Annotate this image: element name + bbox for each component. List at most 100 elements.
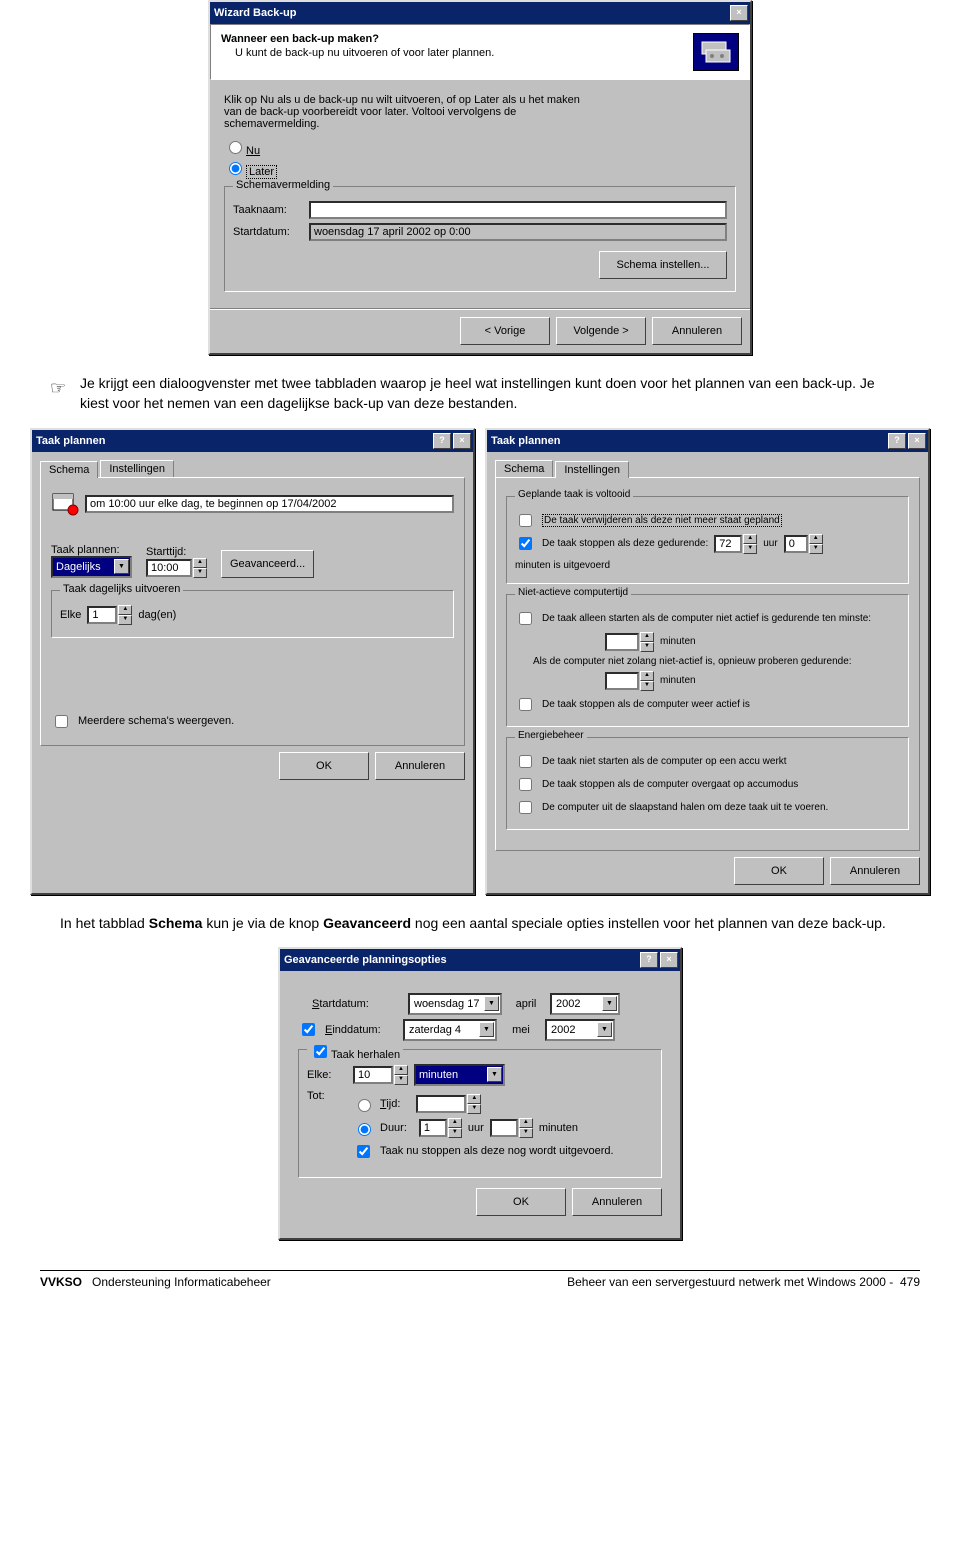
radio-until-duration[interactable]: Duur: ▲▼ uur ▲▼ minuten [353, 1118, 614, 1138]
calendar-icon [51, 492, 79, 516]
wizard-backup-dialog: Wizard Back-up × Wanneer een back-up mak… [208, 0, 752, 355]
wizard-subheading: U kunt de back-up nu uitvoeren of voor l… [221, 47, 494, 59]
schedule-summary: om 10:00 uur elke dag, te beginnen op 17… [85, 495, 454, 513]
startdate-value: woensdag 17 april 2002 op 0:00 [309, 223, 727, 241]
spin-up-icon[interactable]: ▲ [519, 1118, 533, 1128]
spin-up-icon[interactable]: ▲ [640, 632, 654, 642]
help-icon[interactable]: ? [640, 952, 658, 968]
spin-up-icon[interactable]: ▲ [809, 534, 823, 544]
spin-down-icon[interactable]: ▼ [809, 544, 823, 554]
repeat-checkbox[interactable] [314, 1045, 327, 1058]
spin-down-icon[interactable]: ▼ [118, 615, 132, 625]
next-button[interactable]: Volgende > [556, 317, 646, 345]
every-label: Elke [60, 609, 81, 621]
spin-up-icon[interactable]: ▲ [640, 671, 654, 681]
set-schedule-button[interactable]: Schema instellen... [599, 251, 727, 279]
adv-every-spinner[interactable]: ▲▼ [353, 1065, 408, 1085]
wizard-title: Wizard Back-up [214, 7, 296, 19]
backup-media-icon [693, 33, 739, 71]
power-group-legend: Energiebeheer [515, 730, 587, 741]
ok-button[interactable]: OK [279, 752, 369, 780]
radio-until-time[interactable]: Tijd: ▲▼ [353, 1094, 614, 1114]
advanced-planning-dialog: Geavanceerde planningsopties ? × Startda… [278, 947, 682, 1240]
tab-settings[interactable]: Instellingen [555, 461, 629, 478]
cancel-button[interactable]: Annuleren [830, 857, 920, 885]
chk-idle-start[interactable]: De taak alleen starten als de computer n… [515, 609, 900, 628]
close-icon[interactable]: × [730, 5, 748, 21]
chk-power-battery[interactable]: De taak niet starten als de computer op … [515, 752, 900, 771]
cancel-button[interactable]: Annuleren [652, 317, 742, 345]
adv-endyear-select[interactable]: 2002 [545, 1019, 615, 1041]
adv-every-unit-select[interactable]: minuten [414, 1064, 505, 1086]
chk-idle-stop[interactable]: De taak stoppen als de computer weer act… [515, 695, 900, 714]
spin-up-icon[interactable]: ▲ [448, 1118, 462, 1128]
multiple-schedules-checkbox[interactable]: Meerdere schema's weergeven. [51, 712, 454, 731]
min-spinner[interactable]: ▲▼ [784, 534, 823, 554]
schedule-group: Schemavermelding Taaknaam: Startdatum: w… [224, 186, 736, 292]
tab-schema[interactable]: Schema [495, 460, 553, 477]
footer-org: VVKSO [40, 1275, 82, 1289]
spin-down-icon[interactable]: ▼ [640, 681, 654, 691]
idle-group: Niet-actieve computertijd De taak alleen… [506, 594, 909, 727]
cancel-button[interactable]: Annuleren [572, 1188, 662, 1216]
starttime-label: Starttijd: [146, 546, 207, 558]
help-icon[interactable]: ? [888, 433, 906, 449]
adv-enddate-select[interactable]: zaterdag 4 [403, 1019, 497, 1041]
close-icon[interactable]: × [908, 433, 926, 449]
starttime-spinner[interactable]: ▲▼ [146, 558, 207, 578]
close-icon[interactable]: × [453, 433, 471, 449]
hours-spinner[interactable]: ▲▼ [714, 534, 757, 554]
adv-enddate-label: Einddatum: [325, 1024, 397, 1036]
cancel-button[interactable]: Annuleren [375, 752, 465, 780]
spin-up-icon[interactable]: ▲ [743, 534, 757, 544]
chk-stop-duration[interactable]: De taak stoppen als deze gedurende: ▲▼ u… [515, 534, 900, 571]
dur-h-spinner[interactable]: ▲▼ [419, 1118, 462, 1138]
adv-until-label: Tot: [307, 1090, 347, 1102]
advanced-button[interactable]: Geavanceerd... [221, 550, 314, 578]
adv-startyear-select[interactable]: 2002 [550, 993, 620, 1015]
schedule-group-legend: Schemavermelding [233, 179, 333, 191]
footer-right: Beheer van een servergestuurd netwerk me… [567, 1275, 893, 1289]
spin-down-icon[interactable]: ▼ [193, 568, 207, 578]
chk-stop-running[interactable]: Taak nu stoppen als deze nog wordt uitge… [353, 1142, 614, 1161]
until-time-spinner[interactable]: ▲▼ [416, 1094, 481, 1114]
spin-down-icon[interactable]: ▼ [394, 1075, 408, 1085]
spin-up-icon[interactable]: ▲ [193, 558, 207, 568]
every-spinner[interactable]: ▲▼ [87, 605, 132, 625]
radio-later[interactable]: Later [224, 159, 736, 178]
wizard-titlebar: Wizard Back-up × [210, 2, 750, 24]
chk-delete-task[interactable]: De taak verwijderen als deze niet meer s… [515, 511, 900, 530]
taskname-input[interactable] [309, 201, 727, 219]
spin-up-icon[interactable]: ▲ [467, 1094, 481, 1104]
footer-left: Ondersteuning Informaticabeheer [92, 1275, 271, 1289]
radio-now[interactable]: Nu [224, 138, 736, 157]
spin-down-icon[interactable]: ▼ [640, 642, 654, 652]
spin-down-icon[interactable]: ▼ [448, 1128, 462, 1138]
adv-enddate-row[interactable]: Einddatum: zaterdag 4 mei 2002 [298, 1019, 662, 1041]
paragraph-1: ☞ Je krijgt een dialoogvenster met twee … [80, 373, 900, 414]
spin-down-icon[interactable]: ▼ [467, 1104, 481, 1114]
settings-tabs: Schema Instellingen [495, 460, 920, 477]
tab-schema[interactable]: Schema [40, 461, 98, 478]
ok-button[interactable]: OK [734, 857, 824, 885]
chk-power-stop[interactable]: De taak stoppen als de computer overgaat… [515, 775, 900, 794]
wizard-header: Wanneer een back-up maken? U kunt de bac… [210, 24, 750, 80]
help-icon[interactable]: ? [433, 433, 451, 449]
spin-up-icon[interactable]: ▲ [118, 605, 132, 615]
daily-group-legend: Taak dagelijks uitvoeren [60, 583, 183, 595]
daily-group: Taak dagelijks uitvoeren Elke ▲▼ dag(en) [51, 590, 454, 638]
chk-power-wake[interactable]: De computer uit de slaapstand halen om d… [515, 798, 900, 817]
dur-m-spinner[interactable]: ▲▼ [490, 1118, 533, 1138]
adv-startdate-select[interactable]: woensdag 17 [408, 993, 502, 1015]
power-group: Energiebeheer De taak niet starten als d… [506, 737, 909, 830]
prev-button[interactable]: < Vorige [460, 317, 550, 345]
close-icon[interactable]: × [660, 952, 678, 968]
plan-select[interactable]: Dagelijks [51, 556, 132, 578]
idle-retry-spinner[interactable]: ▲▼ [605, 671, 654, 691]
idle-min-spinner[interactable]: ▲▼ [605, 632, 654, 652]
spin-down-icon[interactable]: ▼ [519, 1128, 533, 1138]
tab-settings[interactable]: Instellingen [100, 460, 174, 477]
spin-up-icon source[interactable]: ▲ [394, 1065, 408, 1075]
spin-down-icon[interactable]: ▼ [743, 544, 757, 554]
ok-button[interactable]: OK [476, 1188, 566, 1216]
